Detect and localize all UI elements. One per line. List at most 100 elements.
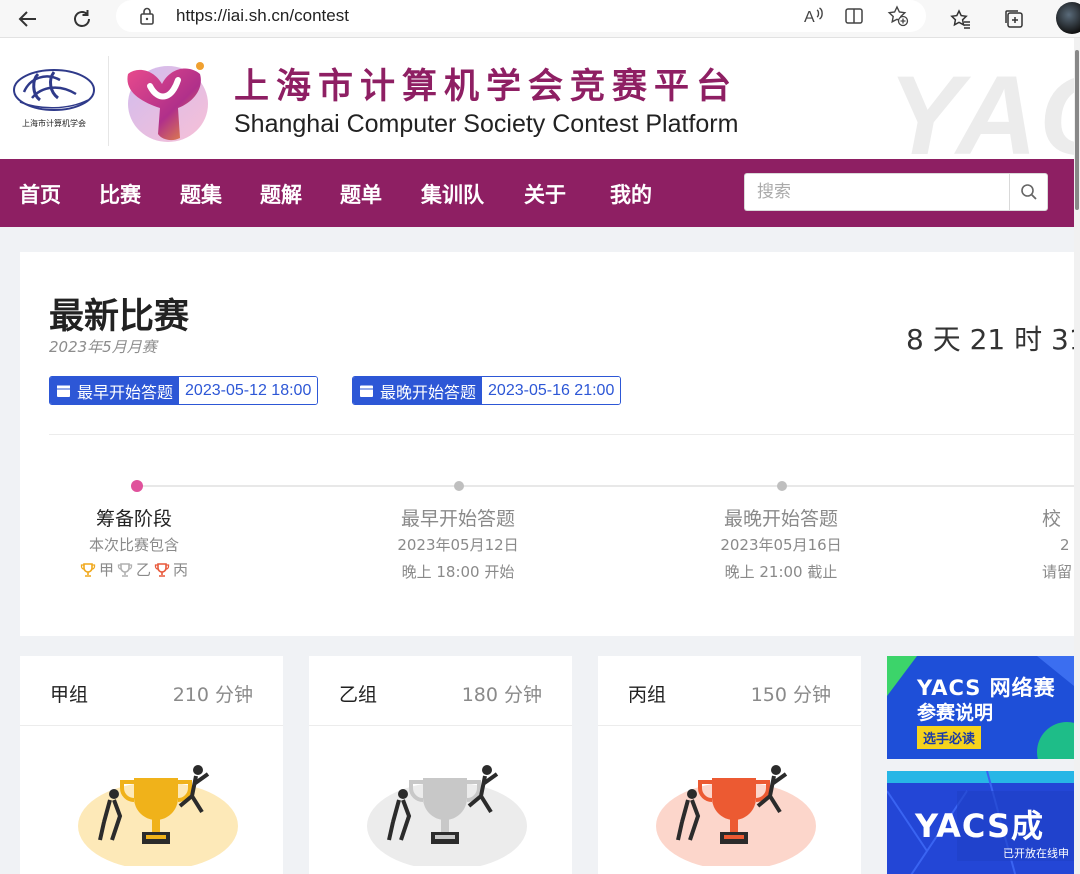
step-time: 请留 bbox=[1042, 563, 1073, 581]
earliest-start-value: 2023-05-12 18:00 bbox=[179, 377, 318, 404]
profile-avatar[interactable] bbox=[1056, 2, 1080, 34]
silver-trophy-illustration bbox=[367, 765, 527, 866]
site-title: 上海市计算机学会竞赛平台 bbox=[234, 67, 739, 107]
favorites-icon bbox=[950, 9, 970, 29]
address-bar[interactable]: https://iai.sh.cn/contest A bbox=[116, 0, 926, 32]
earliest-start-label-wrap: 最早开始答题 bbox=[50, 377, 180, 404]
scrollbar-thumb[interactable] bbox=[1075, 50, 1079, 210]
calendar-icon bbox=[360, 385, 373, 397]
back-button[interactable] bbox=[12, 3, 44, 35]
svg-text:A: A bbox=[804, 9, 815, 26]
add-favorite-button[interactable] bbox=[884, 3, 912, 29]
split-screen-button[interactable] bbox=[840, 3, 868, 29]
browser-toolbar: https://iai.sh.cn/contest A bbox=[0, 0, 1080, 38]
step-date: 2023年05月16日 bbox=[720, 536, 842, 554]
group-card-header: 甲组 210 分钟 bbox=[20, 656, 283, 726]
url-text[interactable]: https://iai.sh.cn/contest bbox=[176, 6, 349, 26]
nav-problem-lists[interactable]: 题单 bbox=[340, 179, 382, 209]
ccs-logo[interactable]: 上海市计算机学会 bbox=[10, 62, 98, 132]
nav-about[interactable]: 关于 bbox=[524, 179, 566, 209]
trophy-gold-icon bbox=[80, 562, 96, 577]
step-title: 校 bbox=[1042, 508, 1062, 530]
timeline-step-preparation: 筹备阶段 本次比赛包含 甲 乙 丙 bbox=[24, 506, 244, 582]
lock-icon bbox=[140, 7, 154, 25]
group-card-c[interactable]: 丙组 150 分钟 bbox=[598, 656, 861, 874]
yacs-logo[interactable] bbox=[118, 52, 212, 146]
latest-start-label: 最晚开始答题 bbox=[380, 382, 477, 402]
calendar-icon bbox=[57, 385, 70, 397]
nav-home[interactable]: 首页 bbox=[19, 179, 61, 209]
refresh-icon bbox=[74, 10, 90, 27]
nav-training-team[interactable]: 集训队 bbox=[421, 179, 484, 209]
promo-banner-results[interactable]: YACS成 已开放在线申 bbox=[887, 771, 1074, 874]
contest-name: 2023年5月月赛 bbox=[49, 338, 157, 356]
timeline-track bbox=[137, 485, 1074, 487]
nav-mine[interactable]: 我的 bbox=[610, 179, 652, 209]
star-add-icon bbox=[887, 5, 909, 27]
card-divider bbox=[49, 434, 1074, 435]
reload-button[interactable] bbox=[66, 3, 98, 35]
search-button[interactable] bbox=[1009, 173, 1048, 211]
nav-contest[interactable]: 比赛 bbox=[99, 179, 141, 209]
trophy-label-b: 乙 bbox=[135, 561, 151, 579]
arrow-left-icon bbox=[18, 11, 36, 27]
group-name: 甲组 bbox=[50, 684, 89, 706]
countdown-timer: 8 天 21 时 31 bbox=[906, 323, 1074, 356]
group-card-b[interactable]: 乙组 180 分钟 bbox=[309, 656, 572, 874]
banner-title: YACS成 bbox=[915, 807, 1045, 845]
group-card-header: 丙组 150 分钟 bbox=[598, 656, 861, 726]
search-icon bbox=[1020, 184, 1037, 200]
nav-solutions[interactable]: 题解 bbox=[260, 179, 302, 209]
latest-start-label-wrap: 最晚开始答题 bbox=[353, 377, 483, 404]
banner-badge: 选手必读 bbox=[917, 726, 982, 749]
gold-trophy-illustration bbox=[78, 765, 238, 866]
read-aloud-button[interactable]: A bbox=[800, 3, 828, 29]
timeline-dot bbox=[777, 481, 787, 491]
group-name: 丙组 bbox=[628, 684, 667, 706]
header-divider bbox=[108, 56, 109, 146]
yacs-watermark: YAC bbox=[888, 53, 1074, 160]
favorites-button[interactable] bbox=[945, 3, 977, 35]
timeline-step-earliest: 最早开始答题 2023年05月12日 晚上 18:00 开始 bbox=[348, 506, 568, 586]
site-title-english: Shanghai Computer Society Contest Platfo… bbox=[234, 110, 739, 138]
timeline-step-latest: 最晚开始答题 2023年05月16日 晚上 21:00 截止 bbox=[671, 506, 891, 586]
group-trophies: 甲 乙 丙 bbox=[80, 559, 188, 580]
split-screen-icon bbox=[845, 8, 863, 24]
nav-problemset[interactable]: 题集 bbox=[180, 179, 222, 209]
step-date: 2 bbox=[1060, 536, 1070, 554]
earliest-start-tag: 最早开始答题 2023-05-12 18:00 bbox=[49, 376, 319, 405]
timeline-step-partial: 校 2 请留 bbox=[1042, 506, 1074, 586]
contest-heading: 最新比赛 bbox=[49, 297, 190, 337]
step-title: 最晚开始答题 bbox=[723, 508, 838, 530]
earliest-start-label: 最早开始答题 bbox=[77, 382, 174, 402]
latest-start-tag: 最晚开始答题 2023-05-16 21:00 bbox=[352, 376, 622, 405]
group-duration: 150 分钟 bbox=[750, 684, 831, 706]
latest-start-value: 2023-05-16 21:00 bbox=[482, 377, 621, 404]
step-detail: 本次比赛包含 bbox=[88, 536, 179, 554]
step-date: 2023年05月12日 bbox=[397, 536, 519, 554]
ccs-logo-caption: 上海市计算机学会 bbox=[22, 118, 86, 128]
collections-icon bbox=[1005, 10, 1023, 28]
main-navbar: 首页 比赛 题集 题解 题单 集训队 关于 我的 bbox=[0, 159, 1074, 227]
step-time: 晚上 21:00 截止 bbox=[724, 563, 838, 581]
trophy-label-a: 甲 bbox=[98, 561, 114, 579]
banner-subtitle: 已开放在线申 bbox=[1003, 847, 1069, 860]
trophy-label-c: 丙 bbox=[173, 561, 189, 579]
promo-banner-rules[interactable]: YACS 网络赛 参赛说明 选手必读 bbox=[887, 656, 1074, 759]
group-duration: 180 分钟 bbox=[461, 684, 542, 706]
collections-button[interactable] bbox=[998, 3, 1030, 35]
timeline-dot-active bbox=[131, 480, 143, 492]
group-card-a[interactable]: 甲组 210 分钟 bbox=[20, 656, 283, 874]
search-input[interactable] bbox=[744, 173, 1010, 211]
group-name: 乙组 bbox=[339, 684, 378, 706]
step-time: 晚上 18:00 开始 bbox=[401, 563, 515, 581]
banner-subtitle: 参赛说明 bbox=[917, 702, 994, 724]
step-title: 最早开始答题 bbox=[400, 508, 515, 530]
page-scrollbar[interactable] bbox=[1074, 38, 1080, 874]
site-header: 上海市计算机学会 上海市计算机学会竞赛平台 Shanghai Computer … bbox=[0, 38, 1074, 159]
group-card-header: 乙组 180 分钟 bbox=[309, 656, 572, 726]
step-title: 筹备阶段 bbox=[95, 508, 172, 530]
latest-contest-card: 最新比赛 2023年5月月赛 8 天 21 时 31 最早开始答题 2023-0… bbox=[20, 252, 1074, 636]
bronze-trophy-illustration bbox=[656, 765, 816, 866]
read-aloud-icon: A bbox=[804, 7, 823, 26]
